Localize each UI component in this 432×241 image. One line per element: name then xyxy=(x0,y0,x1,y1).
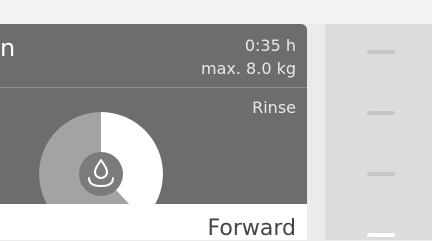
program-header: n 0:35 h max. 8.0 kg xyxy=(0,24,307,88)
duration-value: 0:35 h xyxy=(244,36,296,55)
bottom-area: Forward xyxy=(0,204,307,241)
rail-indicator[interactable] xyxy=(367,172,395,176)
rail-indicator[interactable] xyxy=(367,111,395,115)
rail-indicator-active[interactable] xyxy=(367,233,395,237)
dial-center xyxy=(79,152,123,196)
rail-indicator[interactable] xyxy=(367,50,395,54)
program-title: n xyxy=(0,34,16,62)
top-strip xyxy=(0,0,432,24)
forward-button[interactable]: Forward xyxy=(208,216,296,241)
scroll-rail[interactable] xyxy=(325,24,432,240)
phase-label: Rinse xyxy=(252,98,296,117)
max-load-value: max. 8.0 kg xyxy=(201,59,296,78)
